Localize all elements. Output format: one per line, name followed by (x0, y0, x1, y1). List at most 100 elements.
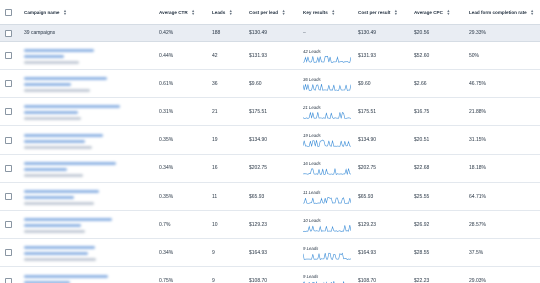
cost-per-result-cell: $164.93 (358, 249, 377, 256)
cost-per-result-cell: $108.70 (358, 278, 377, 283)
sparkline-line (303, 252, 351, 260)
row-checkbox[interactable] (5, 249, 12, 257)
column-header-label: Cost per result (358, 9, 391, 15)
column-header-average-ctr[interactable]: Average CTR ▴ ▾ (159, 0, 196, 24)
summary-completion-rate: 29.33% (469, 30, 486, 36)
cost-per-lead-cell: $131.93 (249, 52, 268, 59)
row-checkbox[interactable] (5, 221, 12, 229)
key-results-label: 16 Leads (303, 161, 321, 167)
completion-rate-cell: 31.15% (469, 137, 486, 144)
column-header-label: Key results (303, 9, 328, 15)
column-header-cost-per-result[interactable]: Cost per result ▴ ▾ (358, 0, 398, 24)
sparkline-line (303, 83, 351, 91)
row-checkbox[interactable] (5, 164, 12, 172)
campaign-table: Campaign name ▴ ▾ Average CTR ▴ ▾ Leads ▴ ▾… (0, 0, 540, 283)
sort-icon[interactable]: ▴ ▾ (281, 9, 286, 16)
key-results-cell: 11 Leads (303, 183, 351, 210)
average-ctr-cell: 0.34% (159, 249, 174, 256)
sort-icon[interactable]: ▴ ▾ (228, 9, 233, 16)
average-ctr-cell: 0.61% (159, 80, 174, 87)
column-header-cost-per-lead[interactable]: Cost per lead ▴ ▾ (249, 0, 286, 24)
average-cpc-cell: $52.60 (414, 52, 430, 59)
column-header-key-results[interactable]: Key results ▴ ▾ (303, 0, 336, 24)
sort-icon[interactable]: ▴ ▾ (191, 9, 196, 16)
sparkline-icon (303, 83, 351, 91)
column-header-leads[interactable]: Leads ▴ ▾ (212, 0, 233, 24)
cost-per-result-cell: $134.90 (358, 137, 377, 144)
average-cpc-cell: $2.66 (414, 80, 427, 87)
campaign-name-redacted[interactable] (24, 133, 136, 152)
table-row[interactable]: 0.44% 42 $131.93 $131.93 $52.60 50% 42 Leads (0, 42, 540, 70)
cost-per-lead-cell: $134.90 (249, 137, 268, 144)
leads-cell: 11 (212, 193, 218, 200)
average-cpc-cell: $25.55 (414, 193, 430, 200)
average-ctr-cell: 0.7% (159, 221, 171, 228)
key-results-cell: 16 Leads (303, 155, 351, 182)
select-all-checkbox[interactable] (5, 9, 12, 16)
row-checkbox[interactable] (5, 136, 12, 144)
campaign-name-redacted[interactable] (24, 246, 136, 264)
average-ctr-cell: 0.35% (159, 137, 174, 144)
key-results-label: 19 Leads (303, 133, 321, 139)
average-cpc-cell: $16.75 (414, 108, 430, 115)
campaign-name-redacted[interactable] (24, 49, 136, 67)
sparkline-icon (303, 139, 351, 147)
sparkline-line (303, 55, 351, 63)
sparkline-icon (303, 224, 351, 232)
average-ctr-cell: 0.31% (159, 108, 174, 115)
column-header-campaign-name[interactable]: Campaign name ▴ ▾ (24, 0, 67, 24)
sort-icon[interactable]: ▴ ▾ (331, 9, 336, 16)
cost-per-result-cell: $131.93 (358, 52, 377, 59)
table-row[interactable]: 0.61% 36 $9.60 $9.60 $2.66 46.75% 36 Leads (0, 70, 540, 99)
campaign-name-redacted[interactable] (24, 161, 136, 180)
campaign-name-redacted[interactable] (24, 105, 136, 123)
row-checkbox[interactable] (5, 277, 12, 283)
campaign-name-redacted[interactable] (24, 77, 136, 95)
table-row[interactable]: 0.34% 16 $202.75 $202.75 $22.68 18.18% 16 Lead… (0, 155, 540, 183)
row-checkbox[interactable] (5, 108, 12, 116)
table-row[interactable]: 0.35% 11 $65.93 $65.93 $25.55 64.71% 11 Leads (0, 183, 540, 211)
average-cpc-cell: $28.55 (414, 249, 430, 256)
campaign-name-redacted[interactable] (24, 274, 136, 283)
key-results-label: 11 Leads (303, 189, 321, 195)
key-results-cell: 9 Leads (303, 239, 351, 266)
table-row[interactable]: 0.34% 9 $164.93 $164.93 $28.55 37.5% 9 Leads (0, 239, 540, 268)
table-row[interactable]: 0.7% 10 $129.23 $129.23 $26.92 28.57% 10 Leads (0, 211, 540, 240)
leads-cell: 21 (212, 108, 218, 115)
summary-row: 39 campaigns 0.42% 188 $130.49 – $130.49… (0, 25, 540, 42)
cost-per-lead-cell: $129.23 (249, 221, 268, 228)
key-results-label: 36 Leads (303, 76, 321, 82)
key-results-label: 42 Leads (303, 48, 321, 54)
campaign-name-redacted[interactable] (24, 218, 136, 236)
average-ctr-cell: 0.35% (159, 193, 174, 200)
key-results-cell: 9 Leads (303, 268, 351, 283)
table-row[interactable]: 0.75% 9 $108.70 $108.70 $22.23 29.03% 9 Leads (0, 268, 540, 283)
cost-per-result-cell: $129.23 (358, 221, 377, 228)
row-checkbox[interactable] (5, 80, 12, 88)
column-header-average-cpc[interactable]: Average CPC ▴ ▾ (414, 0, 451, 24)
row-checkbox[interactable] (5, 193, 12, 200)
sparkline-icon (303, 55, 351, 63)
sort-icon[interactable]: ▴ ▾ (393, 9, 398, 16)
completion-rate-cell: 18.18% (469, 165, 486, 172)
table-header: Campaign name ▴ ▾ Average CTR ▴ ▾ Leads ▴ ▾… (0, 0, 540, 25)
sort-icon[interactable]: ▴ ▾ (530, 9, 535, 16)
key-results-cell: 10 Leads (303, 211, 351, 238)
key-results-cell: 42 Leads (303, 42, 351, 69)
key-results-label: 9 Leads (303, 274, 319, 280)
key-results-label: 9 Leads (303, 245, 319, 251)
summary-campaign-count: 39 campaigns (24, 30, 56, 36)
table-row[interactable]: 0.35% 19 $134.90 $134.90 $20.51 31.15% 19 Lead… (0, 127, 540, 155)
table-row[interactable]: 0.31% 21 $175.51 $175.51 $16.75 21.88% 21 Lead… (0, 98, 540, 127)
sort-icon[interactable]: ▴ ▾ (62, 9, 67, 16)
column-header-lead-form-completion-rate[interactable]: Lead form completion rate ▴ ▾ (469, 0, 535, 24)
summary-checkbox[interactable] (5, 30, 12, 37)
completion-rate-cell: 21.88% (469, 108, 486, 115)
sparkline-icon (303, 252, 351, 260)
cost-per-lead-cell: $202.75 (249, 165, 268, 172)
leads-cell: 9 (212, 249, 215, 256)
campaign-name-redacted[interactable] (24, 190, 136, 208)
sort-icon[interactable]: ▴ ▾ (446, 9, 451, 16)
row-checkbox[interactable] (5, 52, 12, 59)
sparkline-line (303, 224, 351, 232)
